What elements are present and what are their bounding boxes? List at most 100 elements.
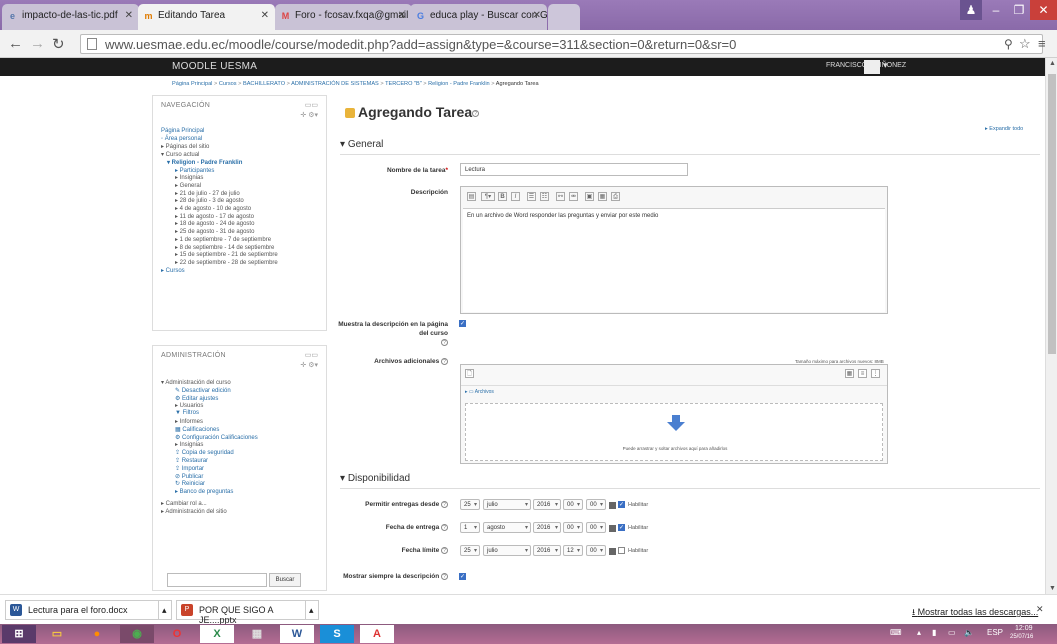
section-availability[interactable]: ▾ Disponibilidad [340, 473, 410, 484]
nav-item[interactable]: ▸ 25 de agosto - 31 de agosto [175, 228, 254, 235]
minute-select[interactable]: 00 [586, 545, 606, 556]
numbered-list-icon[interactable]: ☷ [540, 192, 549, 201]
reload-icon[interactable]: ↻ [52, 35, 65, 53]
nav-item[interactable]: ▸ Insignias [175, 174, 203, 181]
browser-tab[interactable]: G educa play - Buscar con G ✕ [410, 4, 547, 30]
close-tab-icon[interactable]: ✕ [533, 10, 541, 21]
link-icon[interactable]: ⚯ [556, 192, 565, 201]
expand-all-link[interactable]: ▸ Expandir todo [985, 126, 1023, 132]
tray-expand-icon[interactable]: ▴ [917, 628, 921, 637]
file-drop-zone[interactable]: Puede arrastrar y soltar archivos aquí p… [465, 403, 883, 461]
close-tab-icon[interactable]: ✕ [398, 10, 406, 21]
nav-item[interactable]: ▸ Páginas del sitio [161, 143, 209, 150]
minute-select[interactable]: 00 [586, 499, 606, 510]
show-all-downloads-link[interactable]: ⭳ Mostrar todas las descargas... [912, 605, 1038, 621]
help-icon[interactable]: ? [441, 358, 448, 365]
nav-item[interactable]: ▸ 21 de julio - 27 de julio [175, 190, 240, 197]
scroll-up-icon[interactable]: ▲ [1049, 60, 1056, 67]
enable-checkbox[interactable]: ✓ [618, 501, 625, 508]
nav-item[interactable]: ▸ Cursos [161, 267, 185, 274]
list-view-icon[interactable]: ≡ [858, 369, 867, 378]
admin-item[interactable]: ⇪ Copia de seguridad [175, 449, 234, 456]
opera-icon[interactable]: O [160, 625, 194, 643]
chrome-icon[interactable]: ◉ [120, 625, 154, 643]
app-icon[interactable]: ▦ [240, 625, 274, 643]
admin-item[interactable]: ⇪ Importar [175, 465, 204, 472]
hour-select[interactable]: 12 [563, 545, 583, 556]
task-name-input[interactable]: Lectura [460, 163, 688, 176]
word-icon[interactable]: W [280, 625, 314, 643]
show-description-checkbox[interactable]: ✓ [459, 320, 466, 327]
admin-item[interactable]: ✎ Desactivar edición [175, 387, 231, 394]
month-select[interactable]: julio [483, 545, 531, 556]
nav-item[interactable]: ▸ 15 de septiembre - 21 de septiembre [175, 251, 278, 258]
month-select[interactable]: agosto [483, 522, 531, 533]
search-button[interactable]: Buscar [269, 573, 301, 587]
nav-item[interactable]: ▸ 11 de agosto - 17 de agosto [175, 213, 254, 220]
download-menu-icon[interactable]: ▴ [305, 600, 319, 620]
nav-item[interactable]: ▸ 4 de agosto - 10 de agosto [175, 205, 251, 212]
firefox-icon[interactable]: ● [80, 625, 114, 643]
nav-item[interactable]: ▸ General [175, 182, 201, 189]
admin-item[interactable]: ▸ Cambiar rol a... [161, 500, 207, 507]
description-text[interactable]: En un archivo de Word responder las preg… [463, 208, 885, 312]
scroll-thumb[interactable] [1048, 74, 1056, 354]
section-general[interactable]: ▾ General [340, 139, 383, 150]
day-select[interactable]: 25 [460, 545, 480, 556]
always-show-description-checkbox[interactable]: ✓ [459, 573, 466, 580]
bullet-list-icon[interactable]: ☰ [527, 192, 536, 201]
admin-item[interactable]: ↻ Reiniciar [175, 480, 205, 487]
admin-item[interactable]: ▼ Filtros [175, 410, 199, 416]
help-icon[interactable]: ? [441, 573, 448, 580]
language-indicator[interactable]: ESP [987, 628, 1003, 637]
nav-item[interactable]: ◦ Área personal [161, 136, 202, 142]
admin-item[interactable]: ▸ Administración del sitio [161, 508, 227, 515]
description-editor[interactable]: ▤ ¶▾ B I ☰ ☷ ⚯ ⚮ ▣ ▦ ⎙ En un archivo de … [460, 186, 888, 314]
acrobat-icon[interactable]: A [360, 625, 394, 643]
breadcrumb-item[interactable]: BACHILLERATO [243, 81, 285, 87]
admin-item[interactable]: ⚙ Configuración Calificaciones [175, 434, 258, 441]
menu-icon[interactable]: ≡ [1038, 36, 1046, 51]
keyboard-icon[interactable]: ⌨ [890, 628, 902, 637]
nav-item[interactable]: ▾ Religion - Padre Franklin [167, 159, 242, 166]
volume-icon[interactable]: 🔈 [964, 628, 974, 637]
browser-tab-active[interactable]: m Editando Tarea ✕ [138, 4, 275, 30]
close-downloads-icon[interactable]: ✕ [1036, 604, 1044, 615]
breadcrumb-item[interactable]: TERCERO "B" [385, 81, 422, 87]
enable-checkbox[interactable]: ✓ [618, 524, 625, 531]
file-manager-icon[interactable]: ⎙ [611, 192, 620, 201]
start-icon[interactable]: ⊞ [2, 625, 36, 643]
media-icon[interactable]: ▦ [598, 192, 607, 201]
month-select[interactable]: julio [483, 499, 531, 510]
help-icon[interactable]: ? [441, 524, 448, 531]
admin-item[interactable]: ▾ Administración del curso [161, 379, 231, 386]
files-folder[interactable]: ▸ ▭ Archivos [465, 389, 494, 395]
browser-tab[interactable]: e impacto-de-las-tic.pdf ✕ [2, 4, 139, 30]
help-icon[interactable]: ? [472, 109, 480, 117]
year-select[interactable]: 2016 [533, 499, 561, 510]
download-menu-icon[interactable]: ▴ [158, 600, 172, 620]
hour-select[interactable]: 00 [563, 499, 583, 510]
back-icon[interactable]: ← [8, 35, 23, 52]
breadcrumb-item[interactable]: ADMINISTRACIÓN DE SISTEMAS [291, 81, 379, 87]
nav-item[interactable]: Página Principal [161, 128, 204, 134]
italic-icon[interactable]: I [511, 192, 520, 201]
admin-item[interactable]: ▸ Banco de preguntas [175, 488, 233, 495]
skype-icon[interactable]: S [320, 625, 354, 643]
nav-item[interactable]: ▸ 8 de septiembre - 14 de septiembre [175, 244, 274, 251]
nav-item[interactable]: ▸ 18 de agosto - 24 de agosto [175, 220, 254, 227]
zoom-icon[interactable]: ⚲ [1004, 37, 1013, 51]
scroll-down-icon[interactable]: ▼ [1049, 585, 1056, 592]
user-icon[interactable]: ♟ [960, 0, 982, 20]
download-item[interactable]: P POR QUE SIGO A JE....pptx [176, 600, 306, 625]
close-tab-icon[interactable]: ✕ [125, 10, 133, 21]
clock-date[interactable]: 25/07/16 [1010, 634, 1033, 640]
breadcrumb-item[interactable]: Religion - Padre Franklin [428, 81, 490, 87]
admin-search-input[interactable] [167, 573, 267, 587]
explorer-icon[interactable]: ▭ [40, 625, 74, 643]
bookmark-star-icon[interactable]: ☆ [1019, 36, 1031, 52]
new-tab-button[interactable] [548, 4, 580, 30]
breadcrumb-item[interactable]: Página Principal [172, 81, 212, 87]
browser-tab[interactable]: M Foro - fcosav.fxqa@gmail ✕ [275, 4, 412, 30]
bold-icon[interactable]: B [498, 192, 507, 201]
